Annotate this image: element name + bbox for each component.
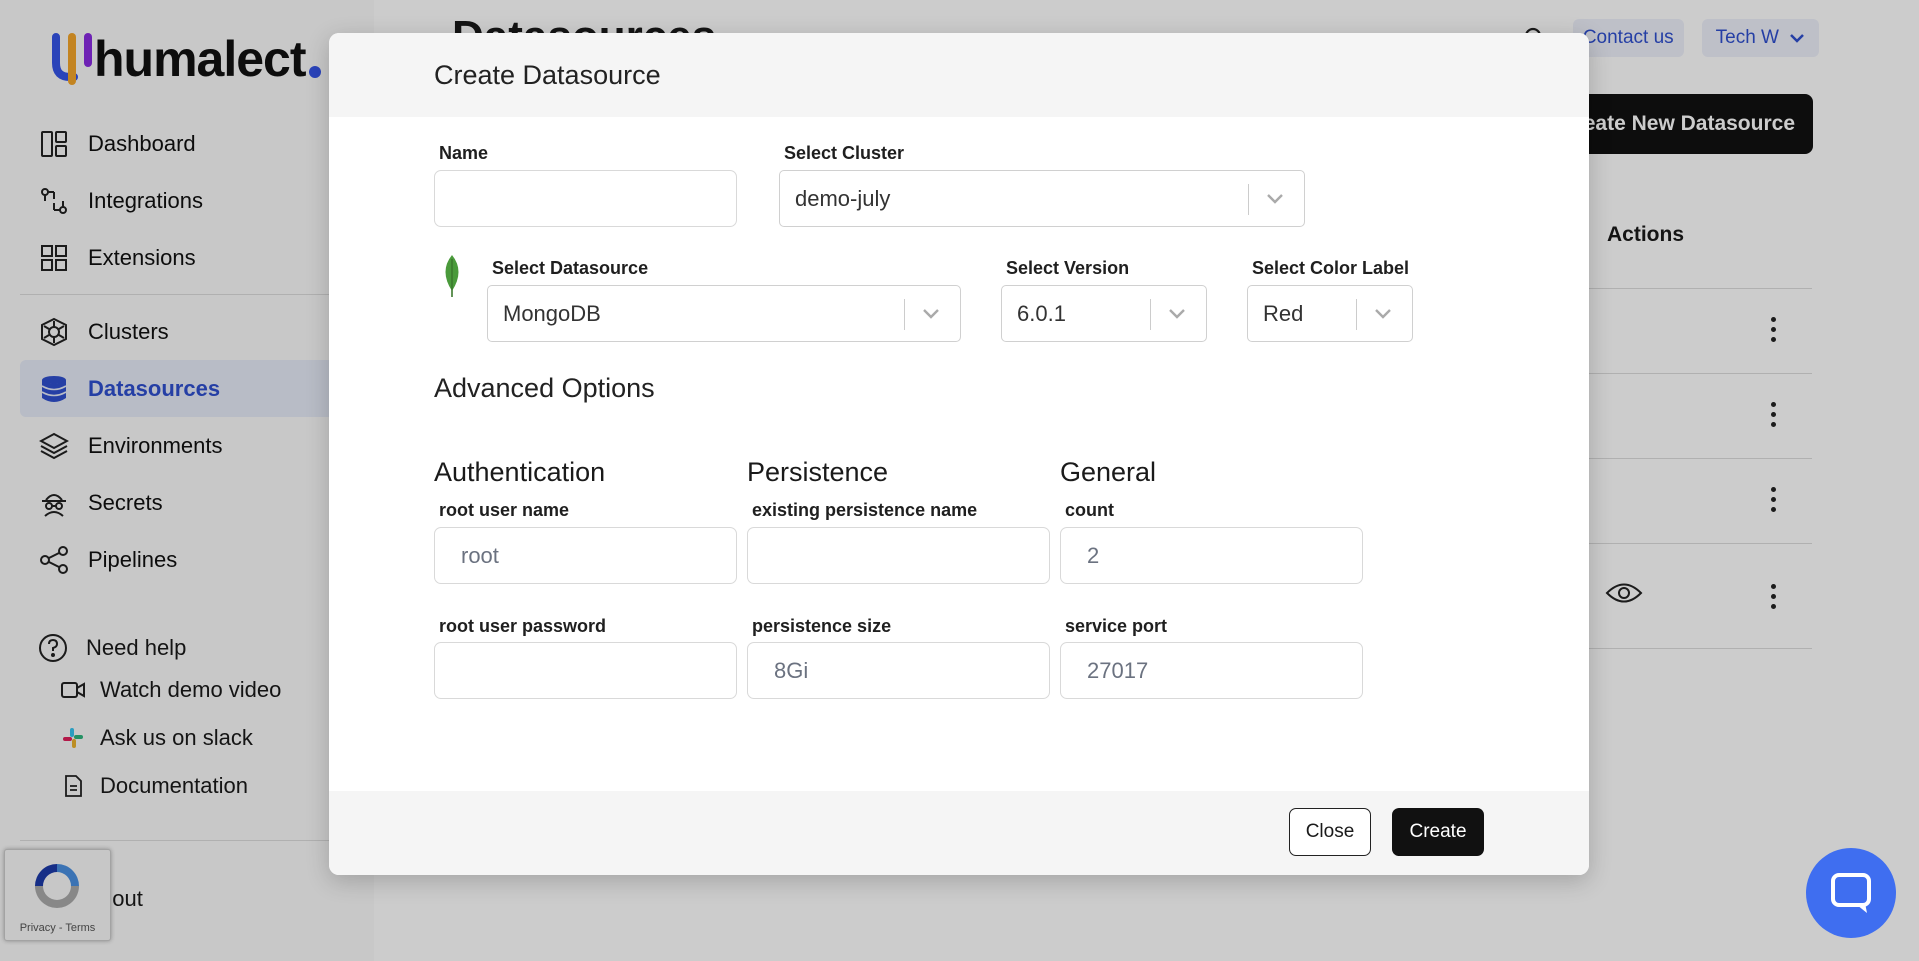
persistence-heading: Persistence — [747, 457, 889, 487]
chevron-down-icon — [1267, 194, 1283, 204]
root-user-name-label: root user name — [439, 500, 570, 520]
modal-title: Create Datasource — [329, 33, 1589, 117]
version-select[interactable]: 6.0.1 — [1001, 285, 1207, 342]
cluster-select[interactable]: demo-july — [779, 170, 1305, 227]
select-datasource-label: Select Datasource — [492, 258, 649, 278]
select-color-label-label: Select Color Label — [1252, 258, 1410, 278]
count-input[interactable] — [1060, 527, 1363, 584]
datasource-select[interactable]: MongoDB — [487, 285, 961, 342]
select-cluster-label: Select Cluster — [784, 143, 905, 163]
datasource-select-value: MongoDB — [503, 300, 601, 326]
service-port-input[interactable] — [1060, 642, 1363, 699]
select-divider — [1356, 299, 1357, 330]
persistence-size-input[interactable] — [747, 642, 1050, 699]
select-divider — [904, 299, 905, 330]
select-version-label: Select Version — [1006, 258, 1130, 278]
close-button[interactable]: Close — [1289, 808, 1371, 856]
modal-footer: Close Create — [329, 791, 1589, 875]
select-divider — [1248, 184, 1249, 215]
name-input[interactable] — [434, 170, 737, 227]
general-heading: General — [1060, 457, 1157, 487]
color-label-select-value: Red — [1263, 300, 1304, 326]
cluster-select-value: demo-july — [795, 185, 891, 211]
existing-persistence-name-input[interactable] — [747, 527, 1050, 584]
chevron-down-icon — [923, 309, 939, 319]
chat-support-button[interactable] — [1806, 848, 1896, 938]
root-user-name-input[interactable] — [434, 527, 737, 584]
count-label: count — [1065, 500, 1114, 520]
existing-persistence-name-label: existing persistence name — [752, 500, 978, 520]
service-port-label: service port — [1065, 616, 1168, 636]
root-user-password-label: root user password — [439, 616, 607, 636]
advanced-options-heading: Advanced Options — [434, 373, 655, 403]
chevron-down-icon — [1169, 309, 1185, 319]
create-button[interactable]: Create — [1392, 808, 1484, 856]
authentication-heading: Authentication — [434, 457, 606, 487]
create-datasource-modal: Create Datasource Name Select Cluster de… — [329, 33, 1589, 875]
chat-icon — [1831, 873, 1871, 913]
persistence-size-label: persistence size — [752, 616, 892, 636]
chevron-down-icon — [1375, 309, 1391, 319]
color-label-select[interactable]: Red — [1247, 285, 1413, 342]
select-divider — [1150, 299, 1151, 330]
version-select-value: 6.0.1 — [1017, 300, 1066, 326]
mongodb-leaf-icon — [445, 255, 459, 297]
name-label: Name — [439, 143, 489, 163]
root-user-password-input[interactable] — [434, 642, 737, 699]
